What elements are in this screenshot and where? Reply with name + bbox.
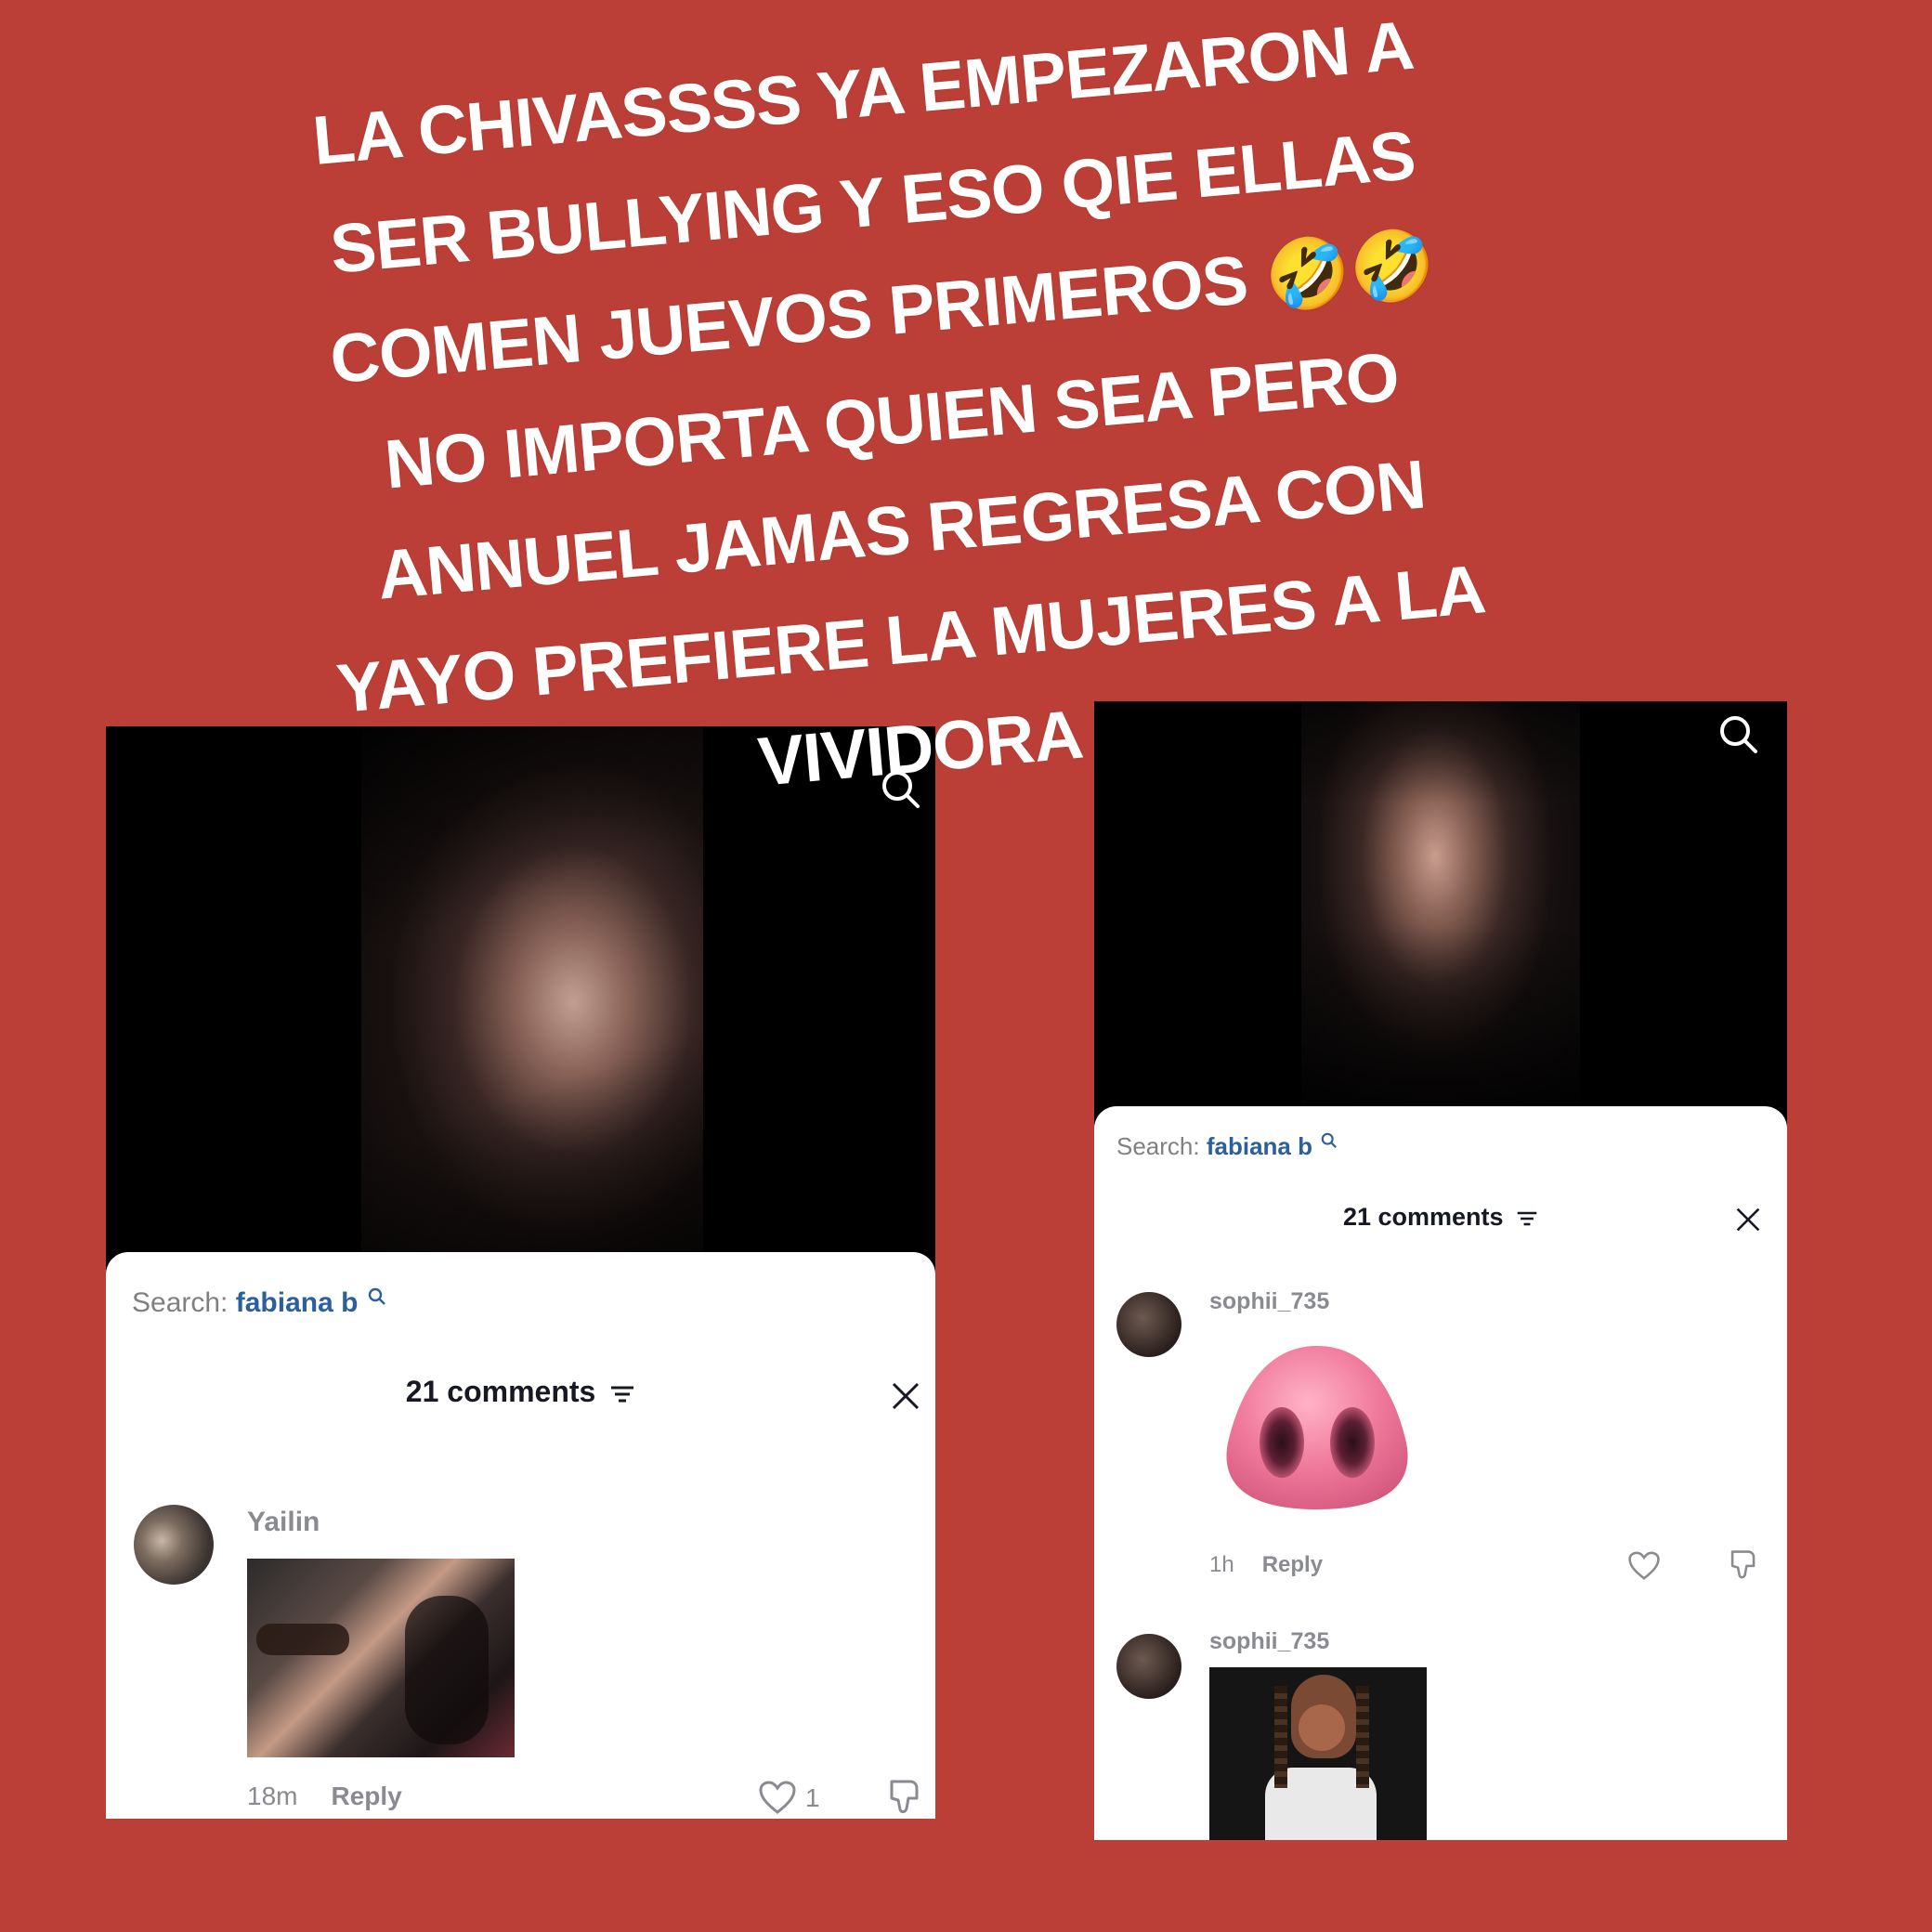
sort-icon[interactable] — [1516, 1209, 1538, 1228]
search-icon[interactable] — [1717, 712, 1761, 757]
like-count: 1 — [805, 1783, 820, 1812]
search-prefix: Search: — [132, 1287, 228, 1318]
search-suggestion[interactable]: Search: fabiana b — [1116, 1132, 1338, 1161]
search-suggestion[interactable]: Search: fabiana b — [132, 1287, 386, 1319]
comment-time: 1h — [1209, 1552, 1234, 1577]
heart-icon[interactable] — [758, 1780, 797, 1815]
right-screenshot: Search: fabiana b 21 comments sophii_735 — [1094, 701, 1787, 1840]
dislike-icon[interactable] — [886, 1778, 923, 1817]
search-icon — [1321, 1132, 1338, 1148]
dislike-icon[interactable] — [1728, 1548, 1759, 1582]
search-icon — [368, 1287, 385, 1305]
comment-image[interactable] — [1209, 1667, 1427, 1840]
comments-count-title: 21 comments — [106, 1375, 935, 1409]
comment-username[interactable]: Yailin — [247, 1507, 320, 1538]
comments-count-title: 21 comments — [1094, 1203, 1787, 1232]
comment-meta: 1h Reply — [1209, 1552, 1323, 1578]
left-screenshot: Search: fabiana b 21 comments Yailin 18m… — [106, 726, 935, 1819]
search-term[interactable]: fabiana b — [236, 1287, 359, 1318]
reply-button[interactable]: Reply — [1262, 1552, 1323, 1577]
comments-sheet: Search: fabiana b 21 comments sophii_735 — [1094, 1106, 1787, 1840]
comment-username[interactable]: sophii_735 — [1209, 1288, 1329, 1315]
avatar[interactable] — [1116, 1292, 1181, 1357]
close-icon[interactable] — [891, 1381, 920, 1411]
close-icon[interactable] — [1735, 1207, 1761, 1233]
avatar[interactable] — [134, 1505, 214, 1585]
caption-text: LA CHIVASSSS YA EMPEZARON A SER BULLYING… — [202, 0, 1583, 860]
comments-count: 21 comments — [1342, 1203, 1504, 1231]
comment-meta: 18m Reply — [247, 1782, 402, 1811]
comments-count: 21 comments — [405, 1375, 596, 1408]
pig-nose-sticker[interactable] — [1213, 1340, 1421, 1517]
comment-time: 18m — [247, 1782, 298, 1810]
reply-button[interactable]: Reply — [331, 1782, 401, 1810]
comment-image[interactable] — [247, 1559, 515, 1757]
comments-sheet: Search: fabiana b 21 comments Yailin 18m… — [106, 1252, 935, 1819]
heart-icon[interactable] — [1627, 1550, 1661, 1581]
sort-icon[interactable] — [609, 1384, 635, 1404]
avatar[interactable] — [1116, 1634, 1181, 1699]
comment-username[interactable]: sophii_735 — [1209, 1628, 1329, 1655]
search-prefix: Search: — [1116, 1132, 1200, 1160]
search-term[interactable]: fabiana b — [1207, 1132, 1312, 1160]
